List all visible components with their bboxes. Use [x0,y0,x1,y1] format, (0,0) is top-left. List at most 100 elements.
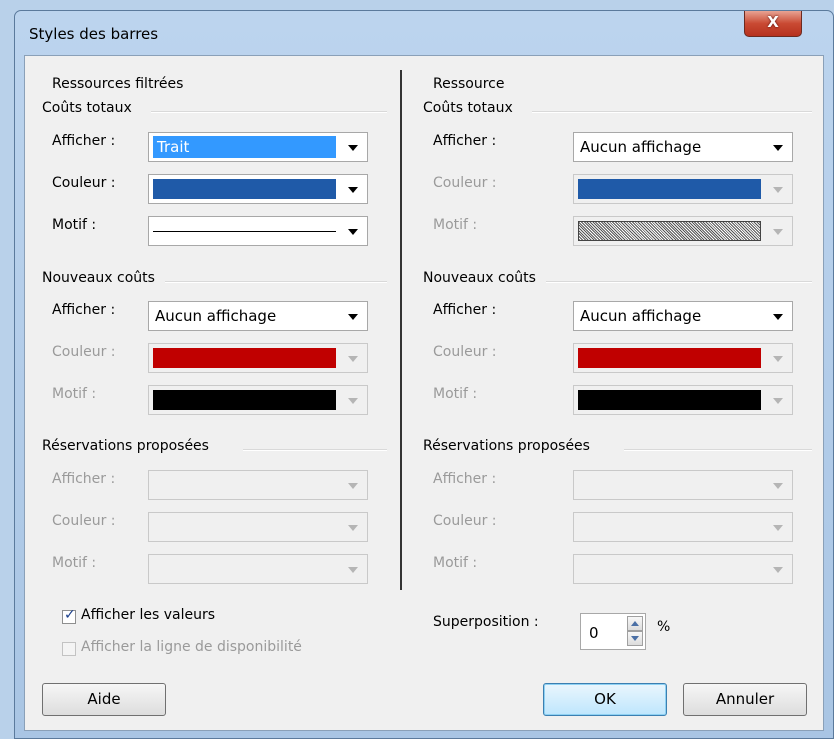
right-header: Ressource [433,76,505,92]
chevron-down-icon [773,356,783,362]
left-reserve-color-label: Couleur : [52,513,116,529]
checkmark-icon: ✓ [64,607,76,623]
line-pattern [153,231,336,232]
right-new-show-label: Afficher : [433,302,497,318]
combo-value: Aucun affichage [155,307,277,325]
chevron-down-icon [773,398,783,404]
color-swatch [153,179,336,199]
right-reserve-color-label: Couleur : [433,513,497,529]
chevron-down-icon [773,525,783,531]
dialog-body: Ressources filtrées Coûts totaux Affiche… [24,55,824,731]
section-line [165,281,387,283]
chevron-down-icon [773,229,783,235]
chevron-down-icon [348,567,358,573]
title-bar[interactable]: Styles des barres X [15,11,833,49]
left-new-color-combo [148,343,368,373]
right-total-show-combo[interactable]: Aucun affichage [573,132,793,162]
spin-up-button[interactable] [627,616,643,631]
overlap-label: Superposition : [433,614,539,630]
left-total-color-combo[interactable] [148,174,368,204]
hatch-pattern [578,221,761,241]
section-line [546,281,812,283]
right-new-show-combo[interactable]: Aucun affichage [573,301,793,331]
right-reserve-show-label: Afficher : [433,471,497,487]
color-swatch [578,179,761,199]
right-reserve-color-combo [573,512,793,542]
overlap-spinner[interactable]: 0 [580,613,646,650]
show-availability-checkbox [62,642,76,656]
left-new-show-label: Afficher : [52,302,116,318]
pattern-swatch [153,390,336,410]
chevron-down-icon [773,567,783,573]
left-group-reserve-title: Réservations proposées [42,438,209,454]
left-reserve-show-label: Afficher : [52,471,116,487]
left-new-pattern-combo [148,385,368,415]
chevron-down-icon [348,525,358,531]
chevron-down-icon [348,229,358,235]
section-line [532,111,812,113]
right-reserve-pattern-combo [573,554,793,584]
right-reserve-pattern-label: Motif : [433,555,478,571]
overlap-value: 0 [589,624,599,642]
left-header: Ressources filtrées [52,76,184,92]
help-button[interactable]: Aide [42,683,166,716]
chevron-down-icon [348,398,358,404]
overlap-unit: % [657,619,671,635]
dialog-window: Styles des barres X Ressources filtrées … [14,10,834,739]
right-total-show-label: Afficher : [433,133,497,149]
close-icon: X [767,13,779,31]
chevron-down-icon [348,187,358,193]
chevron-down-icon [773,145,783,151]
left-total-pattern-combo[interactable] [148,216,368,246]
left-new-pattern-label: Motif : [52,386,97,402]
section-line [624,449,812,451]
combo-value: Aucun affichage [580,307,702,325]
left-total-show-combo[interactable]: Trait [148,132,368,162]
chevron-down-icon [348,483,358,489]
right-total-pattern-combo [573,216,793,246]
left-group-total-title: Coûts totaux [42,100,132,116]
pattern-swatch [578,390,761,410]
right-new-color-label: Couleur : [433,344,497,360]
right-new-pattern-combo [573,385,793,415]
right-new-color-combo [573,343,793,373]
left-reserve-color-combo [148,512,368,542]
right-total-color-combo [573,174,793,204]
chevron-down-icon [773,314,783,320]
left-total-color-label: Couleur : [52,175,116,191]
right-group-total-title: Coûts totaux [423,100,513,116]
left-new-color-label: Couleur : [52,344,116,360]
chevron-down-icon [348,356,358,362]
right-group-reserve-title: Réservations proposées [423,438,590,454]
chevron-down-icon [348,314,358,320]
right-group-new-title: Nouveaux coûts [423,270,536,286]
left-reserve-pattern-label: Motif : [52,555,97,571]
combo-value: Aucun affichage [580,138,702,156]
left-reserve-show-combo [148,470,368,500]
arrow-down-icon [631,636,639,641]
column-divider [400,70,402,590]
left-new-show-combo[interactable]: Aucun affichage [148,301,368,331]
section-line [151,111,387,113]
right-total-color-label: Couleur : [433,175,497,191]
combo-value: Trait [153,136,336,158]
right-total-pattern-label: Motif : [433,217,478,233]
spin-down-button[interactable] [627,631,643,646]
dialog-title: Styles des barres [29,25,159,43]
chevron-down-icon [773,483,783,489]
show-values-checkbox[interactable]: ✓ [62,607,76,624]
show-values-label: Afficher les valeurs [81,607,216,623]
right-new-pattern-label: Motif : [433,386,478,402]
section-line [243,449,387,451]
left-reserve-pattern-combo [148,554,368,584]
cancel-button[interactable]: Annuler [683,683,807,716]
show-availability-label: Afficher la ligne de disponibilité [81,639,302,655]
close-button[interactable]: X [744,11,802,37]
color-swatch [153,348,336,368]
ok-button[interactable]: OK [543,683,667,716]
left-total-pattern-label: Motif : [52,217,97,233]
chevron-down-icon [348,145,358,151]
left-total-show-label: Afficher : [52,133,116,149]
chevron-down-icon [773,187,783,193]
right-reserve-show-combo [573,470,793,500]
